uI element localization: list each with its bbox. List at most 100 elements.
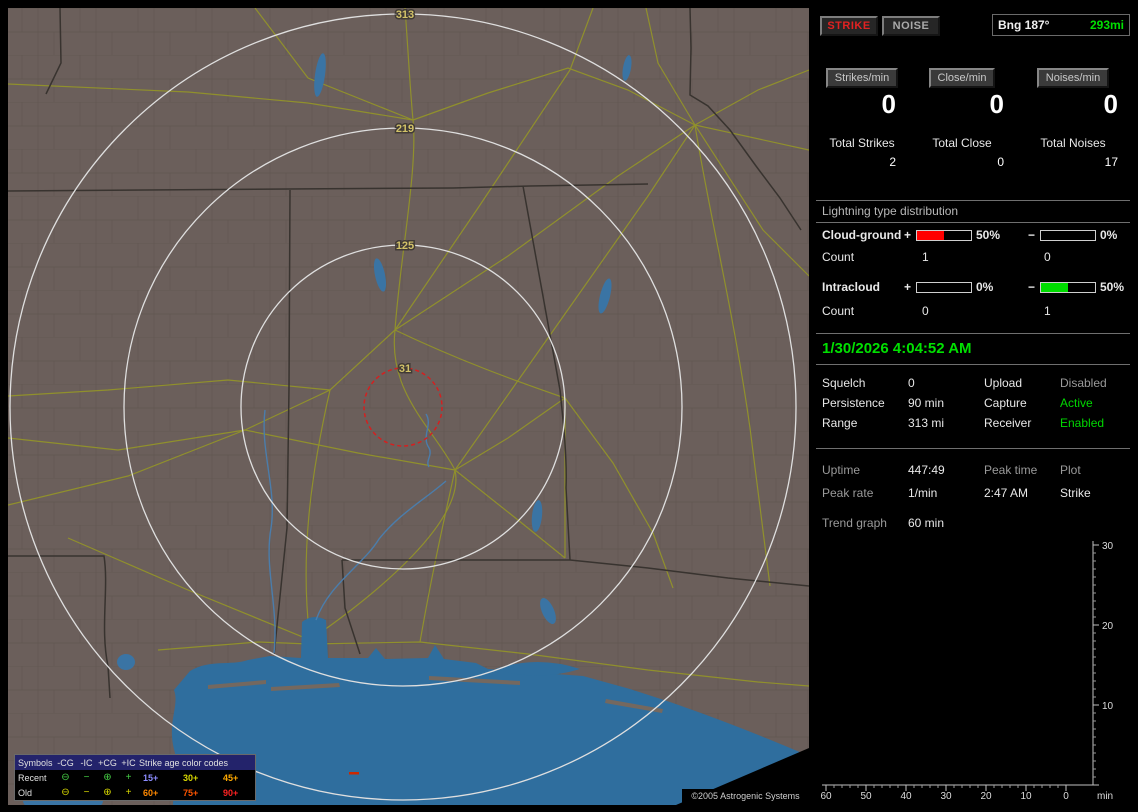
neg-cg-symbol-icon: ⊖ [61,771,70,783]
close-per-min-value: 0 [989,89,1004,119]
map-canvas: 313 219 125 31 [8,8,809,805]
persistence-value: 90 min [908,396,945,410]
bearing-readout: Bng 187° 293mi [992,14,1130,36]
peak-time-value: 2:47 AM [984,486,1029,500]
rate-headers-row: Strikes/min Close/min Noises/min [816,68,1130,88]
distribution-title: Lightning type distribution [822,204,959,218]
age-60-label: 60+ [143,787,159,798]
ic-negative-count: 1 [1044,304,1051,318]
x-tick-60: 60 [820,791,832,802]
cloud-ground-label: Cloud-ground [822,228,902,242]
intracloud-label: Intracloud [822,280,881,294]
map-legend: Symbols -CG -IC +CG +IC Strike age color… [14,754,256,801]
receiver-label: Receiver [984,416,1032,430]
noise-toggle-button[interactable]: NOISE [882,16,940,36]
ic-positive-percent: 0% [976,280,994,294]
ic-negative-bar [1040,282,1096,293]
strikes-per-min-value: 0 [881,89,896,119]
separator [816,448,1130,449]
capture-label: Capture [984,396,1027,410]
upload-label: Upload [984,376,1023,390]
ring-label-219: 219 [396,123,414,135]
capture-status: Active [1060,396,1093,410]
age-30-label: 30+ [183,772,199,783]
ic-negative-percent: 50% [1100,280,1125,294]
x-axis-unit: min [1097,791,1113,802]
copyright-text: ©2005 Astrogenic Systems [682,789,809,804]
y-axis-labels: 30 20 10 [1102,541,1114,712]
x-tick-50: 50 [860,791,872,802]
graph-axes [822,541,1094,786]
strikes-per-min-header: Strikes/min [825,68,899,88]
total-strikes-value: 2 [889,155,896,169]
pos-ic-symbol-icon: + [125,786,132,798]
plot-label: Plot [1060,463,1081,477]
total-close-label: Total Close [932,136,992,150]
total-close-value: 0 [997,155,1004,169]
noises-per-min-header: Noises/min [1036,68,1110,88]
cg-positive-count: 1 [922,250,929,264]
ring-label-125: 125 [396,240,414,252]
trend-graph-label: Trend graph [822,516,887,530]
ring-label-31: 31 [399,363,411,375]
pos-ic-symbol-icon: + [125,771,132,783]
y-tick-10: 10 [1102,701,1114,712]
pos-cg-symbol-icon: ⊕ [103,771,112,783]
rate-values-row: 0 0 0 [816,90,1130,119]
x-tick-30: 30 [940,791,952,802]
age-45-label: 45+ [223,772,239,783]
lightning-map: 313 219 125 31 Symbols -CG -IC +CG +IC S… [8,8,809,805]
x-tick-0: 0 [1063,791,1069,802]
upload-status: Disabled [1060,376,1107,390]
y-tick-20: 20 [1102,621,1114,632]
x-axis-labels: 60 50 40 30 20 10 0 min [820,791,1113,802]
age-15-label: 15+ [143,772,159,783]
noises-per-min-value: 0 [1103,89,1118,119]
legend-symbols-header: Symbols [18,757,53,768]
separator [816,364,1130,365]
strike-symbol-negative-ic [349,772,359,775]
x-tick-40: 40 [900,791,912,802]
total-noises-value: 17 [1104,155,1118,169]
strike-toggle-button[interactable]: STRIKE [820,16,878,36]
legend-col-pos-ic: +IC [121,757,136,768]
bearing-distance: 293mi [1089,18,1124,32]
uptime-label: Uptime [822,463,861,477]
total-strikes-label: Total Strikes [829,136,895,150]
legend-col-neg-cg: -CG [57,757,74,768]
legend-col-neg-ic: -IC [80,757,93,768]
legend-age-header: Strike age color codes [139,757,229,768]
cg-positive-bar-fill [917,231,944,240]
squelch-value: 0 [908,376,915,390]
trend-graph: 60 50 40 30 20 10 0 min 30 20 10 [820,541,1114,802]
total-noises-label: Total Noises [1040,136,1106,150]
ic-positive-count: 0 [922,304,929,318]
cg-positive-percent: 50% [976,228,1001,242]
separator [816,333,1130,334]
range-label: Range [822,416,858,430]
age-90-label: 90+ [223,787,239,798]
peak-rate-value: 1/min [908,486,938,500]
minus-sign: − [1028,280,1036,294]
legend-old-row: Old ⊖ − ⊕ + 60+ 75+ 90+ [15,785,255,800]
ic-count-label: Count [822,304,855,318]
range-value: 313 mi [908,416,945,430]
legend-col-pos-cg: +CG [98,757,117,768]
cg-positive-bar [916,230,972,241]
ic-negative-bar-fill [1041,283,1068,292]
status-panel: STRIKE NOISE Bng 187° 293mi Strikes/min … [816,8,1130,805]
close-per-min-header: Close/min [928,68,996,88]
total-values-row: 2 0 17 [816,155,1130,169]
neg-cg-symbol-icon: ⊖ [61,786,70,798]
total-labels-row: Total Strikes Total Close Total Noises [816,136,1130,150]
stormvue-window: 313 219 125 31 Symbols -CG -IC +CG +IC S… [0,0,1138,812]
squelch-label: Squelch [822,376,866,390]
cg-negative-bar [1040,230,1096,241]
legend-old-label: Old [18,787,33,798]
uptime-value: 447:49 [908,463,945,477]
bearing-label: Bng 187° [998,18,1050,32]
legend-recent-label: Recent [18,772,47,783]
persistence-label: Persistence [822,396,885,410]
datetime-display: 1/30/2026 4:04:52 AM [822,340,972,357]
minus-sign: − [1028,228,1036,242]
